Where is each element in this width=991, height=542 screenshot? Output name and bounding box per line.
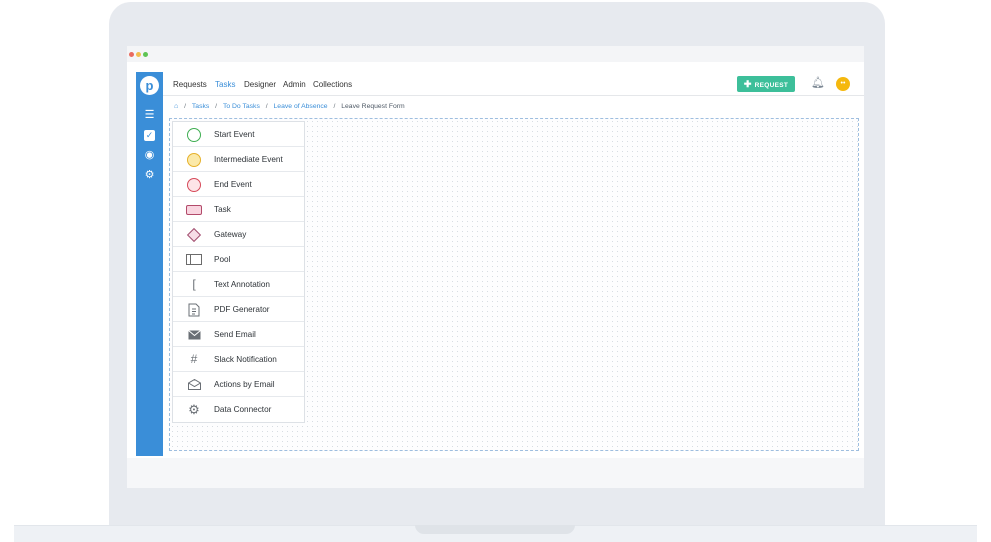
palette-item-label: Gateway bbox=[214, 230, 247, 239]
palette-item-label: Pool bbox=[214, 255, 231, 264]
user-circle-icon[interactable]: ◉ bbox=[143, 149, 156, 162]
palette-item-label: End Event bbox=[214, 180, 252, 189]
palette-item-label: Slack Notification bbox=[214, 355, 277, 364]
avatar-glyph-icon: •• bbox=[840, 80, 846, 87]
breadcrumb-separator: / bbox=[215, 103, 218, 110]
breadcrumb-todo-tasks[interactable]: To Do Tasks bbox=[223, 103, 260, 110]
nav-designer[interactable]: Designer bbox=[244, 80, 276, 89]
screen-bottom-bar bbox=[127, 458, 864, 488]
plus-icon: ✚ bbox=[743, 79, 752, 89]
maximize-window-dot[interactable] bbox=[143, 52, 148, 57]
brand-logo[interactable]: p bbox=[140, 76, 159, 95]
palette-item-label: Intermediate Event bbox=[214, 155, 283, 164]
breadcrumb-separator: / bbox=[184, 103, 187, 110]
element-palette: Start Event Intermediate Event End Event… bbox=[172, 121, 305, 423]
palette-item-end-event[interactable]: End Event bbox=[173, 172, 304, 197]
nav-tasks[interactable]: Tasks bbox=[215, 80, 235, 89]
palette-item-actions-by-email[interactable]: Actions by Email bbox=[173, 372, 304, 397]
breadcrumb-separator: / bbox=[333, 103, 336, 110]
palette-item-pool[interactable]: Pool bbox=[173, 247, 304, 272]
request-button-label: REQUEST bbox=[754, 82, 789, 89]
send-email-icon bbox=[187, 329, 201, 339]
pool-icon bbox=[186, 254, 202, 265]
breadcrumb-tasks[interactable]: Tasks bbox=[192, 103, 209, 110]
text-annotation-icon: [ bbox=[192, 277, 196, 291]
nav-requests[interactable]: Requests bbox=[173, 80, 207, 89]
avatar[interactable]: •• bbox=[836, 77, 850, 91]
top-nav: Requests Tasks Designer Admin Collection… bbox=[163, 72, 864, 96]
palette-item-text-annotation[interactable]: [ Text Annotation bbox=[173, 272, 304, 297]
palette-item-label: Data Connector bbox=[214, 405, 272, 414]
data-connector-icon: ⚙ bbox=[188, 402, 200, 417]
breadcrumb-current: Leave Request Form bbox=[341, 103, 405, 110]
list-icon[interactable]: ☰ bbox=[143, 109, 156, 122]
pdf-generator-icon bbox=[188, 303, 200, 316]
home-icon[interactable]: ⌂ bbox=[174, 103, 178, 110]
app-screen: p ☰ ✓ ◉ ⚙ Requests Tasks Designer Admin … bbox=[127, 46, 864, 488]
laptop-notch bbox=[415, 525, 575, 534]
palette-item-label: Actions by Email bbox=[214, 380, 275, 389]
palette-item-send-email[interactable]: Send Email bbox=[173, 322, 304, 347]
palette-item-pdf-generator[interactable]: PDF Generator bbox=[173, 297, 304, 322]
palette-item-data-connector[interactable]: ⚙ Data Connector bbox=[173, 397, 304, 422]
palette-item-start-event[interactable]: Start Event bbox=[173, 122, 304, 147]
palette-item-label: Send Email bbox=[214, 330, 256, 339]
start-event-icon bbox=[187, 127, 201, 142]
end-event-icon bbox=[187, 177, 201, 192]
breadcrumb-leave-of-absence[interactable]: Leave of Absence bbox=[274, 103, 328, 110]
palette-item-intermediate-event[interactable]: Intermediate Event bbox=[173, 147, 304, 172]
intermediate-event-icon bbox=[187, 152, 201, 167]
browser-chrome bbox=[127, 46, 864, 62]
breadcrumb: ⌂ / Tasks / To Do Tasks / Leave of Absen… bbox=[174, 103, 405, 113]
palette-item-task[interactable]: Task bbox=[173, 197, 304, 222]
minimize-window-dot[interactable] bbox=[136, 52, 141, 57]
actions-by-email-icon bbox=[187, 379, 201, 390]
palette-item-gateway[interactable]: Gateway bbox=[173, 222, 304, 247]
checkbox-tasks-icon[interactable]: ✓ bbox=[144, 130, 155, 141]
palette-item-label: Text Annotation bbox=[214, 280, 270, 289]
gateway-icon bbox=[186, 227, 202, 242]
breadcrumb-separator: / bbox=[265, 103, 268, 110]
palette-item-label: Start Event bbox=[214, 130, 255, 139]
close-window-dot[interactable] bbox=[129, 52, 134, 57]
sidebar: p ☰ ✓ ◉ ⚙ bbox=[136, 72, 163, 456]
gear-icon[interactable]: ⚙ bbox=[143, 169, 156, 182]
palette-item-slack-notification[interactable]: # Slack Notification bbox=[173, 347, 304, 372]
nav-collections[interactable]: Collections bbox=[313, 80, 352, 89]
task-icon bbox=[186, 204, 202, 215]
palette-item-label: PDF Generator bbox=[214, 305, 270, 314]
slack-icon: # bbox=[190, 352, 198, 366]
nav-admin[interactable]: Admin bbox=[283, 80, 306, 89]
new-request-button[interactable]: ✚ REQUEST bbox=[737, 76, 795, 92]
notification-bell-icon[interactable]: 🔔︎ bbox=[811, 77, 825, 90]
palette-item-label: Task bbox=[214, 205, 231, 214]
